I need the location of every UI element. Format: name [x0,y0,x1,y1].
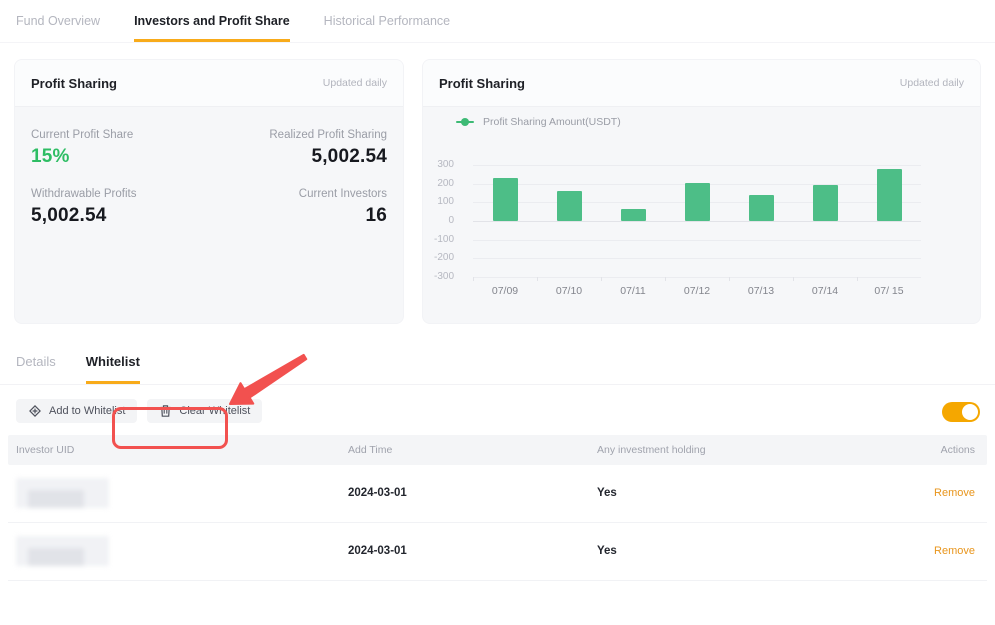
table-row: 2024-03-01 Yes Remove [8,465,987,523]
page: Fund Overview Investors and Profit Share… [0,0,995,625]
stat-withdrawable-profits: Withdrawable Profits 5,002.54 [31,188,209,227]
stat-label: Withdrawable Profits [31,188,209,200]
y-axis-tick-label: -100 [423,234,454,245]
x-axis-tick-label: 07/ 15 [857,285,921,297]
tab-whitelist[interactable]: Whitelist [86,354,140,384]
y-axis-tick-label: 100 [423,196,454,207]
x-axis-tick [729,277,730,281]
col-add-time: Add Time [348,444,392,456]
add-time-value: 2024-03-01 [348,487,407,499]
remove-button[interactable]: Remove [934,545,975,557]
x-axis-tick [857,277,858,281]
x-axis-tick-label: 07/12 [665,285,729,297]
sub-tab-bar: Details Whitelist [0,324,995,385]
stat-label: Current Investors [209,188,387,200]
add-time-value: 2024-03-01 [348,545,407,557]
chart-gridline [473,258,921,259]
whitelist-toolbar: Add to Whitelist Clear Whitelist [0,387,995,435]
stat-current-profit-share: Current Profit Share 15% [31,129,209,168]
profit-sharing-chart-card: Profit Sharing Updated daily Profit Shar… [422,59,981,324]
stat-value: 16 [209,205,387,227]
add-to-whitelist-button[interactable]: Add to Whitelist [16,399,137,423]
chart-gridline [473,240,921,241]
x-axis-tick [473,277,474,281]
chart-updated-daily: Updated daily [900,77,964,89]
stat-value: 5,002.54 [209,146,387,168]
x-axis-tick [793,277,794,281]
bar-07-12[interactable] [685,183,710,221]
col-investor-uid: Investor UID [16,444,74,456]
chart-card-title: Profit Sharing [439,76,525,91]
col-investment-holding: Any investment holding [597,444,706,456]
summary-card-title: Profit Sharing [31,76,117,91]
table-header: Investor UID Add Time Any investment hol… [8,435,987,465]
remove-button[interactable]: Remove [934,487,975,499]
legend-series-label: Profit Sharing Amount(USDT) [483,116,621,128]
chart-gridline [473,221,921,222]
y-axis-tick-label: 300 [423,159,454,170]
summary-stats: Current Profit Share 15% Realized Profit… [15,107,403,227]
summary-updated-daily: Updated daily [323,77,387,89]
chart-gridline [473,165,921,166]
x-axis-tick-label: 07/11 [601,285,665,297]
x-axis-tick-label: 07/10 [537,285,601,297]
tab-details[interactable]: Details [16,354,56,384]
x-axis-tick-label: 07/09 [473,285,537,297]
stat-realized-profit-sharing: Realized Profit Sharing 5,002.54 [209,129,387,168]
holding-value: Yes [597,545,617,557]
chart-legend[interactable]: Profit Sharing Amount(USDT) [456,116,621,128]
col-actions: Actions [941,444,975,456]
bar-07-14[interactable] [813,185,838,221]
profit-sharing-bar-chart: Profit Sharing Amount(USDT) 300 200 100 0 -1… [423,107,980,323]
clear-whitelist-button[interactable]: Clear Whitelist [147,399,262,423]
bar-07-11[interactable] [621,209,646,221]
whitelist-table: Investor UID Add Time Any investment hol… [8,435,987,581]
holding-value: Yes [597,487,617,499]
y-axis-tick-label: -200 [423,252,454,263]
toggle-knob [962,404,978,420]
clear-whitelist-label: Clear Whitelist [179,405,250,417]
whitelist-toggle-on[interactable] [942,402,980,422]
stat-value: 5,002.54 [31,205,209,227]
stat-current-investors: Current Investors 16 [209,188,387,227]
legend-series-icon [456,118,474,126]
y-axis-tick-label: -300 [423,271,454,282]
stat-value: 15% [31,146,209,168]
cards-row: Profit Sharing Updated daily Current Pro… [14,59,981,324]
bar-07-10[interactable] [557,191,582,221]
summary-card-header: Profit Sharing Updated daily [15,60,403,107]
trash-icon [159,404,172,418]
y-axis-tick-label: 0 [423,215,454,226]
x-axis-tick-label: 07/13 [729,285,793,297]
x-axis-tick [665,277,666,281]
chart-gridline [473,277,921,278]
x-axis-tick-label: 07/14 [793,285,857,297]
redacted-uid [16,478,109,508]
table-row: 2024-03-01 Yes Remove [8,523,987,581]
profit-sharing-summary-card: Profit Sharing Updated daily Current Pro… [14,59,404,324]
redacted-uid [16,536,109,566]
stat-label: Current Profit Share [31,129,209,141]
bar-07-13[interactable] [749,195,774,221]
tab-fund-overview[interactable]: Fund Overview [16,14,100,42]
tab-historical-performance[interactable]: Historical Performance [324,14,450,42]
y-axis-tick-label: 200 [423,178,454,189]
tab-investors-profit-share[interactable]: Investors and Profit Share [134,14,290,42]
top-tab-bar: Fund Overview Investors and Profit Share… [0,0,995,43]
bar-07--15[interactable] [877,169,902,221]
x-axis-tick [537,277,538,281]
x-axis-tick [601,277,602,281]
add-diamond-icon [28,404,42,418]
stat-label: Realized Profit Sharing [209,129,387,141]
add-to-whitelist-label: Add to Whitelist [49,405,125,417]
bar-07-09[interactable] [493,178,518,221]
chart-card-header: Profit Sharing Updated daily [423,60,980,107]
